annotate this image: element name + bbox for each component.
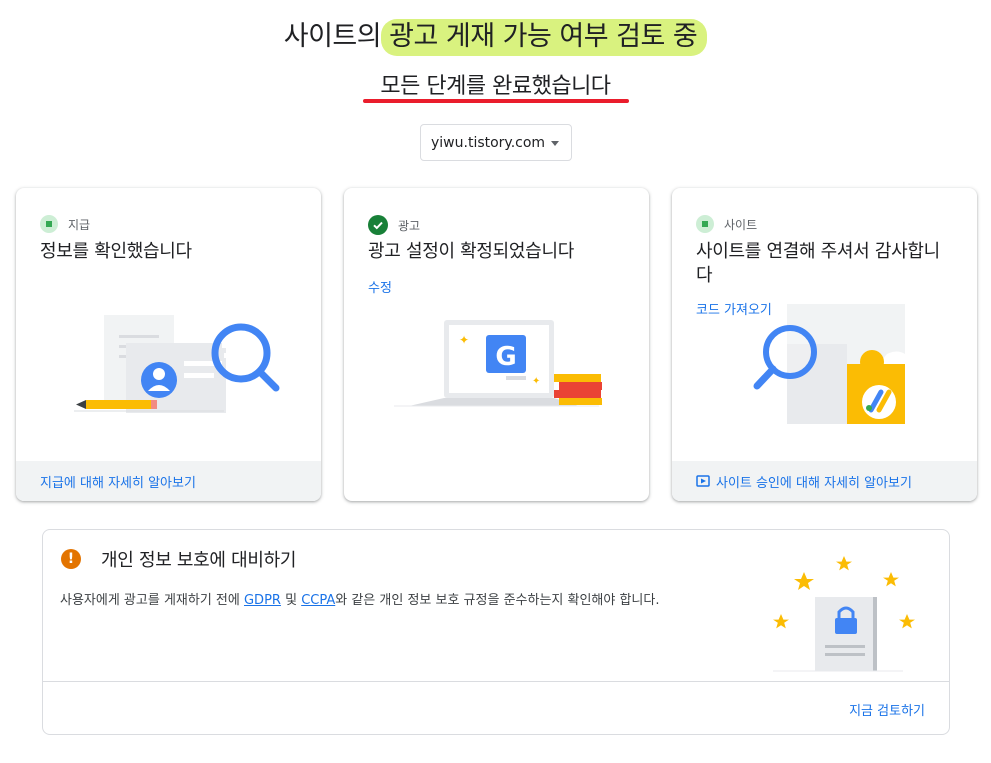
site-step: 사이트 <box>696 215 757 233</box>
svg-text:✦: ✦ <box>459 333 469 347</box>
site-heading: 사이트를 연결해 주셔서 감사합니다 <box>696 241 940 286</box>
privacy-title: 개인 정보 보호에 대비하기 <box>101 550 297 571</box>
site-approval-learn-more-link[interactable]: 사이트 승인에 대해 자세히 알아보기 <box>672 461 977 501</box>
privacy-description: 사용자에게 광고를 게재하기 전에 GDPR 및 CCPA와 같은 개인 정보 … <box>60 593 660 608</box>
payments-learn-more-link[interactable]: 지급에 대해 자세히 알아보기 <box>16 461 321 501</box>
payments-illustration-icon <box>74 315 280 413</box>
site-step-label: 사이트 <box>724 217 758 232</box>
ads-card: 광고 광고 설정이 확정되었습니다 수정 G ✦ ✦ <box>344 188 649 501</box>
warning-icon: ! <box>61 549 81 569</box>
payments-card: 지급 정보를 확인했습니다 지급에 대해 자세히 알아보기 <box>16 188 321 501</box>
ads-step: 광고 <box>368 215 420 235</box>
check-icon <box>368 215 388 235</box>
ads-step-label: 광고 <box>398 218 421 233</box>
site-select-value: yiwu.tistory.com <box>431 134 546 151</box>
privacy-lock-illustration-icon <box>773 556 915 672</box>
privacy-card: ! 개인 정보 보호에 대비하기 사용자에게 광고를 게재하기 전에 GDPR … <box>42 529 950 735</box>
title-prefix: 사이트의 <box>283 21 382 52</box>
privacy-divider <box>43 681 949 682</box>
site-puzzle-illustration-icon <box>753 304 905 424</box>
site-card: 사이트 사이트를 연결해 주셔서 감사합니다 코드 가져오기 사이트 승인에 대… <box>672 188 977 501</box>
payments-step-label: 지급 <box>68 217 91 232</box>
site-approval-learn-more-label: 사이트 승인에 대해 자세히 알아보기 <box>716 475 912 491</box>
svg-text:✦: ✦ <box>532 376 540 387</box>
title-highlight: 광고 게재 가능 여부 검토 중 <box>381 19 708 56</box>
page-subtitle: 모든 단계를 완료했습니다 <box>380 74 611 99</box>
gdpr-link[interactable]: GDPR <box>244 593 281 608</box>
payments-heading: 정보를 확인했습니다 <box>40 241 192 262</box>
ccpa-link[interactable]: CCPA <box>301 593 335 608</box>
review-now-link[interactable]: 지금 검토하기 <box>849 700 925 719</box>
ads-heading: 광고 설정이 확정되었습니다 <box>368 241 574 262</box>
ads-laptop-illustration-icon: G ✦ ✦ <box>394 320 602 407</box>
page-title: 사이트의 광고 게재 가능 여부 검토 중 <box>0 14 991 56</box>
payments-step: 지급 <box>40 215 90 233</box>
google-g-icon: G <box>495 342 516 372</box>
edit-ads-link[interactable]: 수정 <box>368 277 392 296</box>
subtitle-underline <box>363 99 629 103</box>
video-icon <box>696 475 710 487</box>
step-status-icon <box>696 215 714 233</box>
caret-down-icon <box>551 141 559 146</box>
site-select-dropdown[interactable]: yiwu.tistory.com <box>420 124 572 161</box>
step-status-icon <box>40 215 58 233</box>
